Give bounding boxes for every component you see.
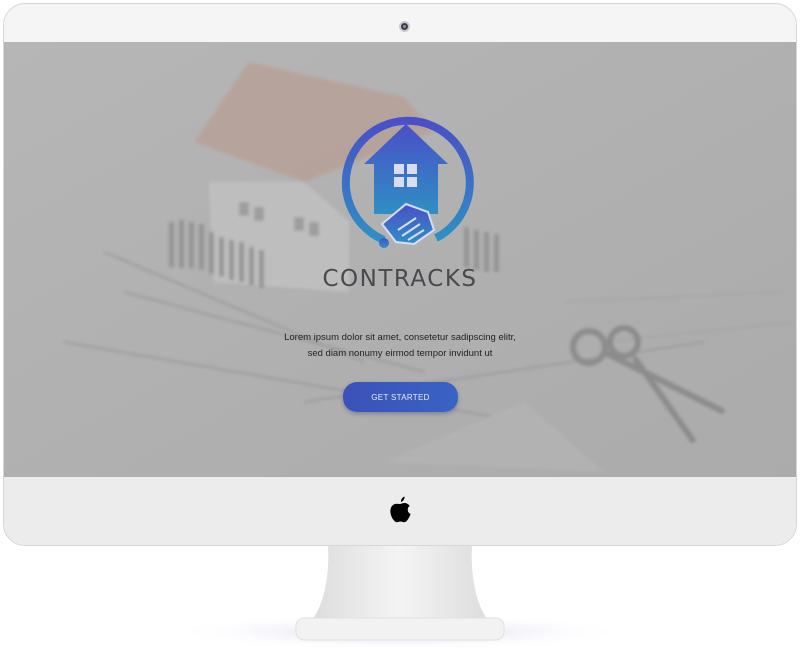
monitor-stand (170, 546, 630, 650)
camera-icon (399, 21, 410, 32)
monitor-mockup: CONTRACKS Lorem ipsum dolor sit amet, co… (0, 0, 800, 653)
get-started-button[interactable]: GET STARTED (343, 382, 458, 412)
apple-logo-icon (390, 496, 411, 523)
tagline-line-2: sed diam nonumy eirmod tempor invidunt u… (307, 348, 493, 359)
house-handshake-icon (341, 116, 474, 248)
screen: CONTRACKS Lorem ipsum dolor sit amet, co… (4, 42, 796, 477)
tagline-line-1: Lorem ipsum dolor sit amet, consetetur s… (284, 332, 516, 343)
brand-name: CONTRACKS (322, 266, 478, 292)
hero-tagline: Lorem ipsum dolor sit amet, consetetur s… (204, 330, 596, 362)
